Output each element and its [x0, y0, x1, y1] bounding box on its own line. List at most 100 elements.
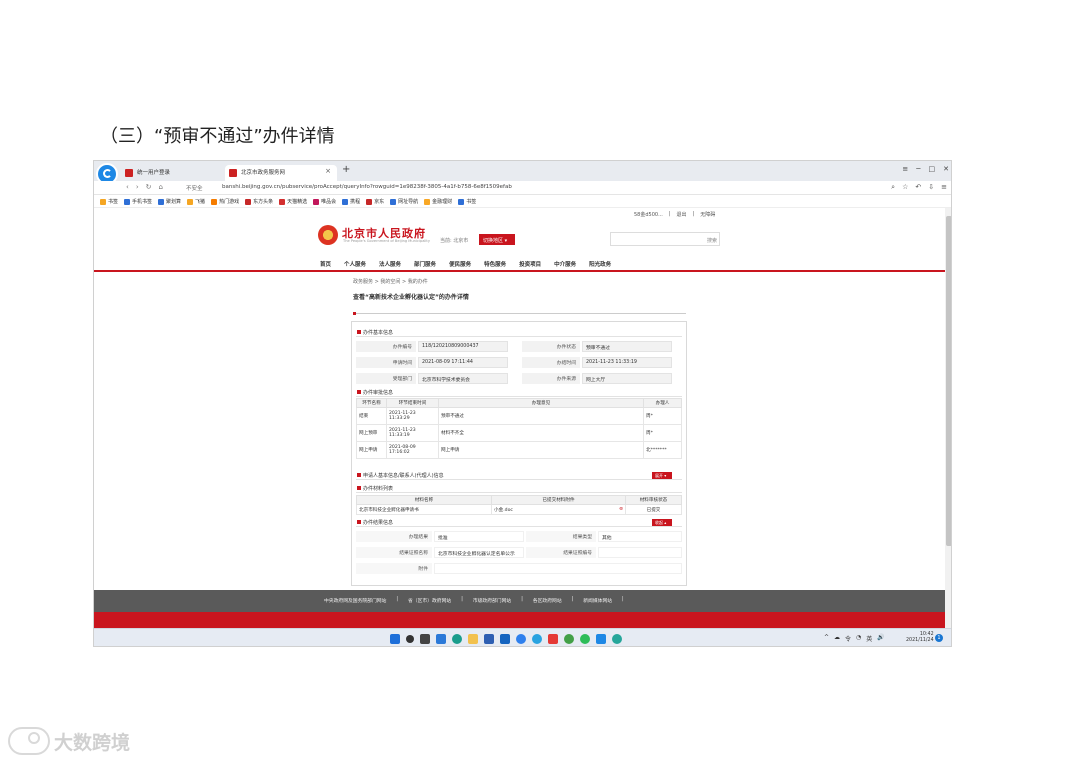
app-icon[interactable]	[564, 634, 574, 644]
cloud-icon[interactable]: ☁	[834, 634, 840, 643]
switch-region-button[interactable]: 切换地区 ▾	[479, 234, 515, 245]
bookmark-item[interactable]: 飞猪	[187, 198, 205, 205]
network-icon[interactable]: 令	[845, 634, 851, 643]
browser-icon[interactable]	[532, 634, 542, 644]
bookmark-icon	[366, 198, 373, 205]
site-search-input[interactable]: 搜索	[610, 232, 720, 246]
app-icon[interactable]	[596, 634, 606, 644]
separator: |	[461, 597, 463, 602]
undo-icon[interactable]: ↶	[915, 183, 921, 192]
maximize-icon[interactable]: □	[929, 165, 936, 173]
bookmark-item[interactable]: 书签	[458, 198, 476, 205]
new-tab-button[interactable]: +	[342, 164, 350, 175]
table-row: 网上预审 2021-11-23 11:33:19 材料不齐全 周*	[356, 424, 682, 442]
nav-item[interactable]: 个人服务	[344, 260, 366, 268]
tray-overflow-icon[interactable]: ^	[824, 634, 829, 643]
clock[interactable]: 10:42 2021/11/24	[906, 632, 934, 644]
search-icon[interactable]	[406, 635, 414, 643]
bookmark-item[interactable]: 手机书签	[124, 198, 152, 205]
nav-item[interactable]: 中介服务	[554, 260, 576, 268]
widgets-icon[interactable]	[436, 634, 446, 644]
bookmark-item[interactable]: 唯品会	[313, 198, 336, 205]
footer-link[interactable]: 省（区市）政府网站	[408, 597, 451, 604]
field-value: 118/120210809000437	[418, 341, 508, 352]
search-button[interactable]: 搜索	[707, 237, 717, 244]
separator: |	[521, 597, 523, 602]
bookmark-item[interactable]: 天猫精选	[279, 198, 307, 205]
volume-icon[interactable]: 🔊	[877, 634, 884, 643]
bookmark-item[interactable]: 携程	[342, 198, 360, 205]
url-field[interactable]: banshi.beijing.gov.cn/pubservice/proAcce…	[222, 184, 512, 190]
start-icon[interactable]	[390, 634, 400, 644]
minimize-icon[interactable]: ─	[916, 165, 920, 173]
store-icon[interactable]	[484, 634, 494, 644]
nav-item[interactable]: 阳光政务	[589, 260, 611, 268]
field-value	[598, 547, 682, 558]
bookmark-icon	[279, 198, 286, 205]
system-tray: ^ ☁ 令 ◔ 英 🔊	[824, 634, 885, 643]
nav-item[interactable]: 法人服务	[379, 260, 401, 268]
home-icon[interactable]: ⌂	[159, 183, 163, 191]
nav-item[interactable]: 投资项目	[519, 260, 541, 268]
app-icon[interactable]	[612, 634, 622, 644]
bookmark-item[interactable]: 热门游戏	[211, 198, 239, 205]
nav-item[interactable]: 部门服务	[414, 260, 436, 268]
star-icon[interactable]: ☆	[902, 183, 908, 192]
footer-link[interactable]: 市级政府部门网站	[473, 597, 511, 604]
footer-band	[94, 612, 945, 628]
mail-icon[interactable]	[500, 634, 510, 644]
field-value: 批准	[434, 531, 524, 542]
cell-opinion: 网上申请	[438, 441, 644, 459]
nav-item[interactable]: 首页	[320, 260, 331, 268]
forward-icon[interactable]: ›	[136, 183, 139, 191]
attachment-link[interactable]: 小金.doc	[494, 508, 513, 513]
tab-gov-service[interactable]: 北京市政务服务网 ×	[225, 165, 337, 181]
bookmark-item[interactable]: 金融理财	[424, 198, 452, 205]
detail-panel: 办件基本信息 办件编号 118/120210809000437 办件状态 预审不…	[351, 321, 687, 586]
security-label[interactable]: 不安全	[186, 184, 203, 192]
username-link[interactable]: 58金d500...	[634, 211, 663, 218]
wechat-icon[interactable]	[580, 634, 590, 644]
settings-icon[interactable]: ≡	[941, 183, 947, 192]
app-tray-icon[interactable]: ◔	[856, 634, 861, 643]
field-value: 网上大厅	[582, 373, 672, 384]
nav-item[interactable]: 便民服务	[449, 260, 471, 268]
expand-button[interactable]: 展开 ▾	[652, 472, 672, 479]
logout-link[interactable]: 退出	[677, 211, 687, 218]
app-icon[interactable]	[548, 634, 558, 644]
download-icon[interactable]: ⊚	[619, 507, 623, 512]
field-label: 办结时间	[522, 357, 580, 368]
reload-icon[interactable]: ↻	[146, 183, 152, 191]
search-icon[interactable]: ⌕	[891, 183, 895, 192]
bookmark-item[interactable]: 聚划算	[158, 198, 181, 205]
vertical-scrollbar[interactable]	[945, 208, 951, 628]
separator: |	[571, 597, 574, 602]
bookmark-item[interactable]: 东方头条	[245, 198, 273, 205]
bookmark-item[interactable]: 书签	[100, 198, 118, 205]
tab-unified-login[interactable]: 统一用户登录	[121, 165, 225, 181]
breadcrumb[interactable]: 政务服务 > 我的空间 > 我的办件	[353, 278, 428, 285]
app-icon[interactable]	[516, 634, 526, 644]
menu-icon[interactable]: ≡	[902, 165, 908, 173]
task-view-icon[interactable]	[420, 634, 430, 644]
notification-badge[interactable]: 1	[935, 634, 943, 642]
footer-link[interactable]: 各区政府网站	[533, 597, 562, 604]
close-tab-icon[interactable]: ×	[325, 167, 331, 175]
accessibility-link[interactable]: 无障碍	[700, 211, 715, 218]
footer-link[interactable]: 中央政府网及国务院部门网站	[324, 597, 386, 604]
footer-link[interactable]: 新闻媒体网站	[583, 597, 612, 604]
input-method-icon[interactable]: 英	[866, 634, 872, 643]
close-window-icon[interactable]: ✕	[943, 165, 949, 173]
bookmark-item[interactable]: 京东	[366, 198, 384, 205]
page-title: 查看“高新技术企业孵化器认定”的办件详情	[353, 294, 469, 301]
bookmark-item[interactable]: 网址导航	[390, 198, 418, 205]
column-header: 环节结束时间	[386, 398, 439, 408]
file-explorer-icon[interactable]	[468, 634, 478, 644]
edge-icon[interactable]	[452, 634, 462, 644]
section-applicant-info: 申请人基本信息/联系人(代理人)信息 展开 ▾	[356, 471, 682, 480]
collapse-button[interactable]: 收起 ▴	[652, 519, 672, 526]
scroll-thumb[interactable]	[946, 216, 951, 546]
download-icon[interactable]: ⇩	[928, 183, 934, 192]
back-icon[interactable]: ‹	[126, 183, 129, 191]
nav-item[interactable]: 特色服务	[484, 260, 506, 268]
